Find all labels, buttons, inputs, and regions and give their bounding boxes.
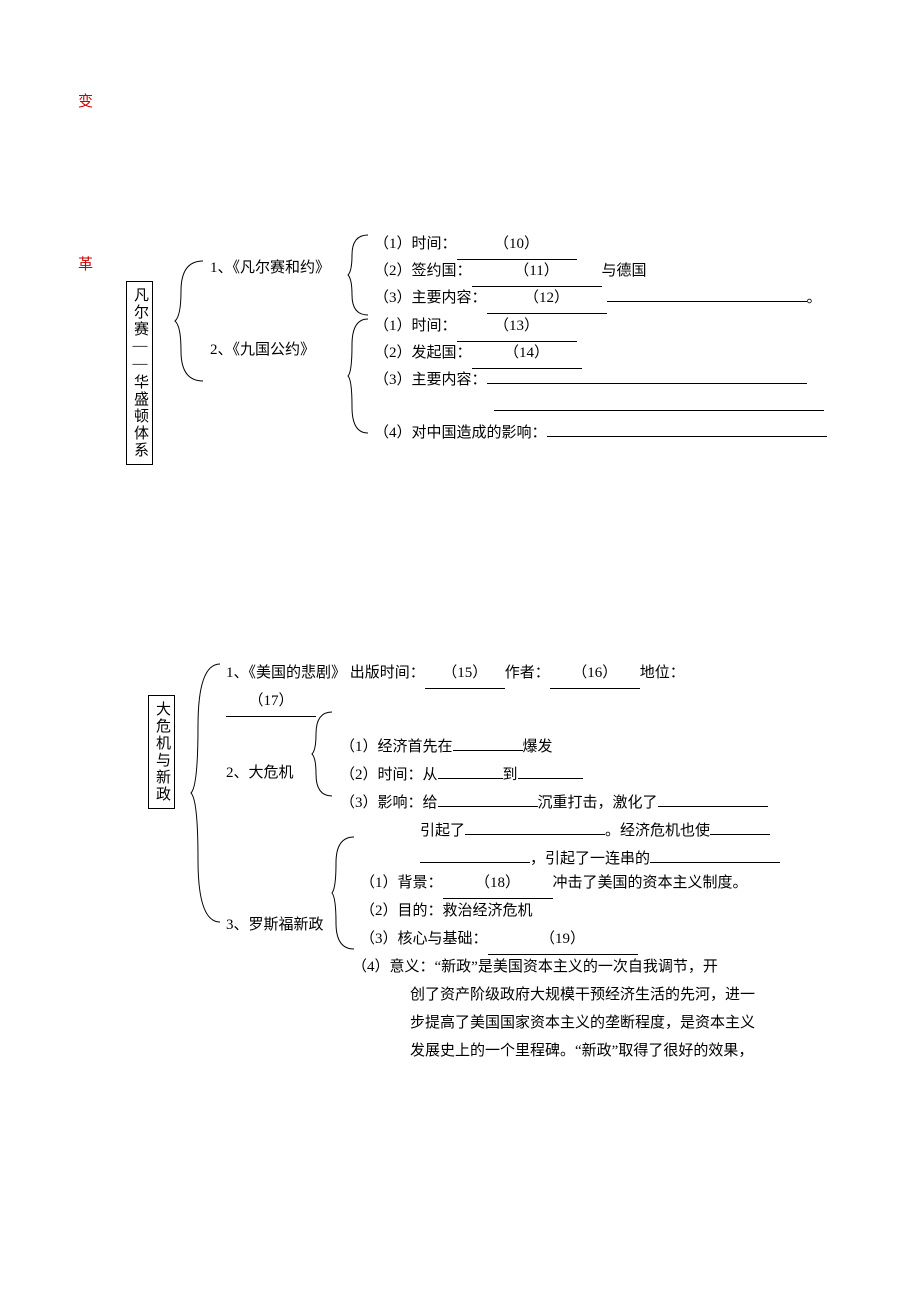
s2-i2-p4: 引起了 。经济危机也使 [420, 818, 770, 846]
blank: （14） [472, 340, 582, 369]
text: （3）主要内容： [374, 290, 487, 306]
side-label-ge: 革 [78, 253, 93, 274]
blank: （13） [457, 313, 577, 342]
text: （1）时间： [374, 318, 457, 334]
section2-title-box: 大危机与新政 [148, 695, 175, 809]
blank [487, 383, 807, 384]
text: 作者： [505, 665, 550, 681]
s2-i3-p4b: 创了资产阶级政府大规模干预经济生活的先河，进一 [410, 982, 755, 1010]
s2-i2-p1: （1）经济首先在 爆发 [340, 734, 553, 762]
blank [438, 778, 503, 779]
text: （1）时间： [374, 236, 457, 252]
side-label-bian: 变 [78, 90, 93, 111]
s2-i2-p3: （3）影响：给 沉重打击，激化了 [340, 790, 768, 818]
text: 沉重打击，激化了 [538, 795, 658, 811]
s2-i3-p4c: 步提高了美国国家资本主义的垄断程度，是资本主义 [410, 1010, 755, 1038]
blank: （18） [443, 870, 553, 899]
s2-i3-p1: （1）背景：（18）冲击了美国的资本主义制度。 [360, 870, 748, 899]
text: 引起了 [420, 823, 465, 839]
page: 变 革 凡尔赛——华盛顿体系 1、《凡尔赛和约》 2、《九国公约》 （1）时间：… [0, 0, 920, 150]
blank [420, 862, 530, 863]
blank: （15） [425, 660, 505, 689]
s2-i3-p4d: 发展史上的一个里程碑。“新政”取得了很好的效果， [410, 1038, 753, 1066]
s2-i2-p2: （2）时间：从 到 [340, 762, 583, 790]
blank [710, 834, 770, 835]
blank [518, 778, 583, 779]
text: （3）主要内容： [374, 372, 487, 388]
brace-icon [346, 231, 372, 319]
s2-i3-label: 3、罗斯福新政 [226, 912, 324, 940]
blank [607, 301, 807, 302]
text: （3）影响：给 [340, 795, 438, 811]
s1-i1-p2: （2）签约国：（11）与德国 [374, 258, 647, 287]
blank: （19） [488, 926, 638, 955]
brace-icon [173, 256, 213, 386]
blank [650, 862, 780, 863]
blank [465, 834, 605, 835]
s2-i3-p2: （2）目的：救治经济危机 [360, 898, 533, 926]
text: （1）经济首先在 [340, 739, 453, 755]
text: 1、《美国的悲剧》 出版时间： [226, 665, 425, 681]
blank [453, 750, 523, 751]
text: （2）时间：从 [340, 767, 438, 783]
section2-box: 大危机与新政 [148, 695, 175, 814]
s1-i2-p2: （2）发起国：（14） [374, 340, 582, 369]
text: （3）核心与基础： [360, 931, 488, 947]
s2-i2-label: 2、大危机 [226, 760, 294, 788]
s1-i2-p3b [494, 394, 824, 422]
text: ，引起了一连串的 [530, 851, 650, 867]
blank [438, 806, 538, 807]
blank: （16） [550, 660, 640, 689]
section1-title-box: 凡尔赛——华盛顿体系 [126, 281, 153, 465]
section1-item1-label: 1、《凡尔赛和约》 [210, 255, 330, 283]
s1-i1-p3: （3）主要内容：（12） 。 [374, 285, 822, 314]
text: 冲击了美国的资本主义制度。 [553, 875, 748, 891]
blank: （11） [472, 258, 602, 287]
section1-box: 凡尔赛——华盛顿体系 [126, 281, 153, 470]
text: 地位： [640, 665, 685, 681]
blank [658, 806, 768, 807]
brace-icon [188, 658, 228, 928]
s2-i3-p3: （3）核心与基础：（19） [360, 926, 638, 955]
text: 。经济危机也使 [605, 823, 710, 839]
s1-i2-p3: （3）主要内容： [374, 367, 807, 395]
text: （4）对中国造成的影响： [374, 425, 547, 441]
blank [494, 410, 824, 411]
text: 与德国 [602, 263, 647, 279]
text: 到 [503, 767, 518, 783]
s2-i1b: （17） [226, 688, 316, 717]
s2-i3-p4a: （4）意义：“新政”是美国资本主义的一次自我调节，开 [352, 954, 718, 982]
text: （1）背景： [360, 875, 443, 891]
text: （2）发起国： [374, 345, 472, 361]
brace-icon [346, 315, 372, 437]
section1-item2-label: 2、《九国公约》 [210, 337, 315, 365]
brace-icon [310, 708, 338, 800]
s2-i1: 1、《美国的悲剧》 出版时间：（15）作者：（16）地位： [226, 660, 846, 689]
s1-i1-p1: （1）时间：（10） [374, 231, 577, 260]
text: 。 [807, 290, 822, 306]
s1-i2-p4: （4）对中国造成的影响： [374, 420, 827, 448]
blank [547, 436, 827, 437]
text: 爆发 [523, 739, 553, 755]
blank: （10） [457, 231, 577, 260]
blank: （12） [487, 285, 607, 314]
s1-i2-p1: （1）时间：（13） [374, 313, 577, 342]
text: （2）签约国： [374, 263, 472, 279]
blank: （17） [226, 688, 316, 717]
brace-icon [330, 833, 360, 953]
